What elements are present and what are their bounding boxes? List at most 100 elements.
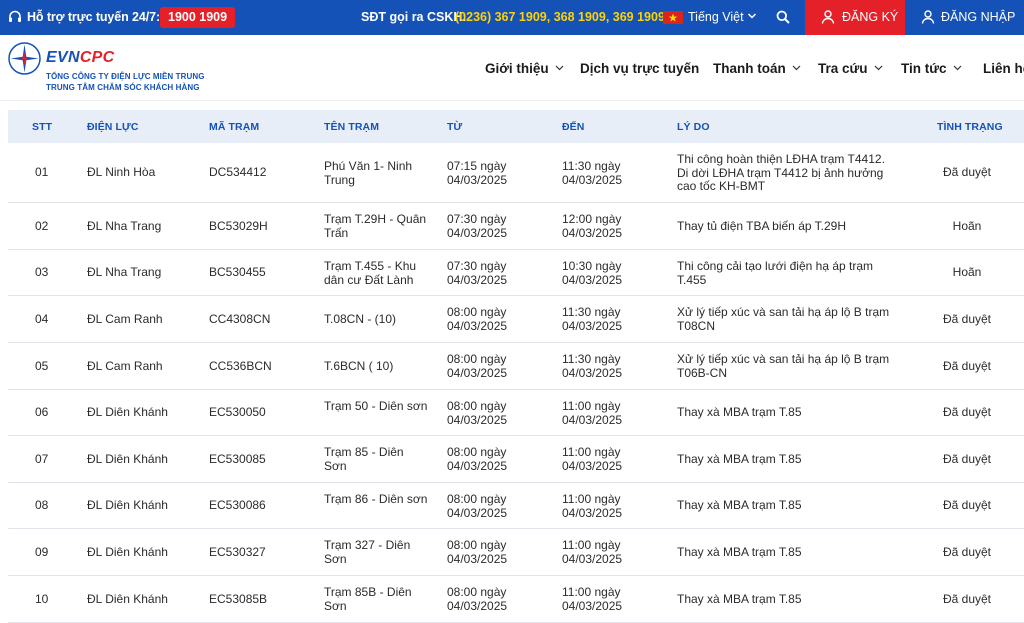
cell-ly-do: Thay xà MBA trạm T.85 [677, 405, 802, 419]
cell-dien-luc: ĐL Diên Khánh [87, 592, 168, 606]
login-button[interactable]: ĐĂNG NHẬP [905, 0, 1024, 35]
cell-ma-tram: EC530050 [209, 405, 266, 419]
cell-stt: 03 [35, 265, 49, 279]
cell-tinh-trang: Đã duyệt [942, 498, 992, 512]
nav-item-tra-cuu[interactable]: Tra cứu [818, 61, 883, 76]
chevron-down-icon [953, 65, 961, 71]
cell-tu: 07:30 ngày 04/03/2025 [447, 212, 508, 240]
nav-label: Giới thiệu [485, 61, 549, 76]
cell-dien-luc: ĐL Diên Khánh [87, 452, 168, 466]
cell-tu: 08:00 ngày 04/03/2025 [447, 305, 508, 333]
nav-label: Tin tức [901, 61, 947, 76]
cell-tinh-trang: Đã duyệt [942, 592, 992, 606]
nav-item-tin-tuc[interactable]: Tin tức [901, 61, 962, 76]
cell-tinh-trang: Đã duyệt [942, 165, 992, 179]
cell-dien-luc: ĐL Diên Khánh [87, 498, 168, 512]
evn-logo-icon[interactable] [8, 42, 41, 75]
cell-den: 11:30 ngày 04/03/2025 [562, 159, 623, 187]
login-label: ĐĂNG NHẬP [941, 10, 1016, 24]
cell-ten-tram: Trạm T.29H - Quân Trấn [324, 212, 427, 240]
cell-ly-do: Thay xà MBA trạm T.85 [677, 545, 802, 559]
column-header-ten-tram: TÊN TRẠM [324, 121, 380, 133]
cskh-phone-numbers: (0236) 367 1909, 368 1909, 369 1909 [455, 10, 665, 24]
cell-den: 11:30 ngày 04/03/2025 [562, 305, 623, 333]
cell-tu: 08:00 ngày 04/03/2025 [447, 399, 508, 427]
chevron-down-icon[interactable] [747, 11, 757, 21]
cell-den: 10:30 ngày 04/03/2025 [562, 259, 623, 287]
nav-label: Tra cứu [818, 61, 868, 76]
logo-cpc-text: CPC [79, 49, 115, 66]
cell-ma-tram: EC530327 [209, 545, 266, 559]
language-selector[interactable]: Tiếng Việt [688, 10, 744, 24]
nav-item-dich-vu[interactable]: Dịch vụ trực tuyến [580, 61, 699, 76]
logo-wordmark[interactable]: EVNCPC [46, 49, 115, 67]
table-row: 02 ĐL Nha Trang BC53029H Trạm T.29H - Quân … [8, 203, 1024, 250]
cell-ly-do: Thay xà MBA trạm T.85 [677, 452, 802, 466]
cell-tinh-trang: Đã duyệt [942, 359, 992, 373]
cell-ly-do: Xử lý tiếp xúc và san tải hạ áp lộ B trạ… [677, 352, 890, 380]
table-row: 07 ĐL Diên Khánh EC530085 Trạm 85 - Diên Sơ… [8, 436, 1024, 483]
register-label: ĐĂNG KÝ [842, 10, 899, 24]
logo-subtitle-company: TỔNG CÔNG TY ĐIỆN LỰC MIỀN TRUNG [46, 72, 205, 81]
column-header-stt: STT [32, 121, 53, 133]
cell-tinh-trang: Đã duyệt [942, 452, 992, 466]
nav-item-lien-he[interactable]: Liên hệ [983, 61, 1024, 76]
cell-ma-tram: CC4308CN [209, 312, 271, 326]
vietnam-flag-icon[interactable] [663, 11, 683, 24]
cell-stt: 08 [35, 498, 49, 512]
cell-den: 11:00 ngày 04/03/2025 [562, 445, 623, 473]
table-row: 10 ĐL Diên Khánh EC53085B Trạm 85B - Diên S… [8, 576, 1024, 623]
chevron-down-icon [874, 65, 882, 71]
cell-ten-tram: Trạm 50 - Diên sơn [324, 399, 428, 413]
chevron-down-icon [792, 65, 801, 71]
cell-ten-tram: Trạm T.455 - Khu dân cư Đất Lành [324, 259, 417, 287]
nav-item-gioi-thieu[interactable]: Giới thiệu [485, 61, 564, 76]
cell-dien-luc: ĐL Cam Ranh [87, 359, 163, 373]
cell-tinh-trang: Hoãn [952, 219, 982, 233]
cell-tu: 08:00 ngày 04/03/2025 [447, 538, 508, 566]
cell-tu: 08:00 ngày 04/03/2025 [447, 585, 508, 613]
cell-stt: 10 [35, 592, 49, 606]
table-row: 04 ĐL Cam Ranh CC4308CN T.08CN - (10) 08:00 … [8, 296, 1024, 343]
column-header-ly-do: LÝ DO [677, 121, 710, 133]
cell-tu: 08:00 ngày 04/03/2025 [447, 445, 508, 473]
cell-tu: 07:15 ngày 04/03/2025 [447, 159, 508, 187]
table-row: 03 ĐL Nha Trang BC530455 Trạm T.455 - Khu d… [8, 250, 1024, 296]
cell-stt: 09 [35, 545, 49, 559]
chevron-down-icon [555, 65, 564, 71]
table-row: 08 ĐL Diên Khánh EC530086 Trạm 86 - Diên sơ… [8, 483, 1024, 529]
cell-stt: 04 [35, 312, 49, 326]
cell-stt: 01 [35, 165, 49, 179]
cell-den: 11:00 ngày 04/03/2025 [562, 585, 623, 613]
cell-dien-luc: ĐL Nha Trang [87, 265, 162, 279]
cell-tinh-trang: Đã duyệt [942, 545, 992, 559]
nav-label: Dịch vụ trực tuyến [580, 61, 700, 76]
cskh-label: SĐT gọi ra CSKH: [361, 10, 467, 24]
cell-ten-tram: Trạm 85 - Diên Sơn [324, 445, 404, 473]
register-button[interactable]: ĐĂNG KÝ [805, 0, 905, 35]
column-header-dien-luc: ĐIỆN LỰC [87, 121, 139, 133]
cell-ma-tram: EC53085B [209, 592, 268, 606]
hotline-button[interactable]: 1900 1909 [160, 7, 236, 28]
cell-tinh-trang: Hoãn [952, 265, 982, 279]
cell-ma-tram: EC530085 [209, 452, 266, 466]
search-icon[interactable] [776, 10, 790, 24]
cell-den: 12:00 ngày 04/03/2025 [562, 212, 623, 240]
nav-item-thanh-toan[interactable]: Thanh toán [713, 61, 801, 76]
cell-ly-do: Thay xà MBA trạm T.85 [677, 498, 802, 512]
cell-ten-tram: T.08CN - (10) [324, 312, 397, 326]
cell-ten-tram: T.6BCN ( 10) [324, 359, 394, 373]
cell-ma-tram: BC530455 [209, 265, 266, 279]
cell-tu: 08:00 ngày 04/03/2025 [447, 492, 508, 520]
cell-den: 11:00 ngày 04/03/2025 [562, 492, 623, 520]
cell-stt: 02 [35, 219, 49, 233]
cell-stt: 05 [35, 359, 49, 373]
user-icon [821, 10, 835, 24]
nav-label: Thanh toán [713, 61, 786, 76]
table-row: 06 ĐL Diên Khánh EC530050 Trạm 50 - Diên sơ… [8, 390, 1024, 436]
cell-ly-do: Xử lý tiếp xúc và san tải hạ áp lộ B trạ… [677, 305, 890, 333]
cell-den: 11:00 ngày 04/03/2025 [562, 538, 623, 566]
cell-den: 11:00 ngày 04/03/2025 [562, 399, 623, 427]
top-bar: Hỗ trợ trực tuyến 24/7: 1900 1909 SĐT gọ… [0, 0, 1024, 35]
headset-icon [9, 10, 21, 22]
